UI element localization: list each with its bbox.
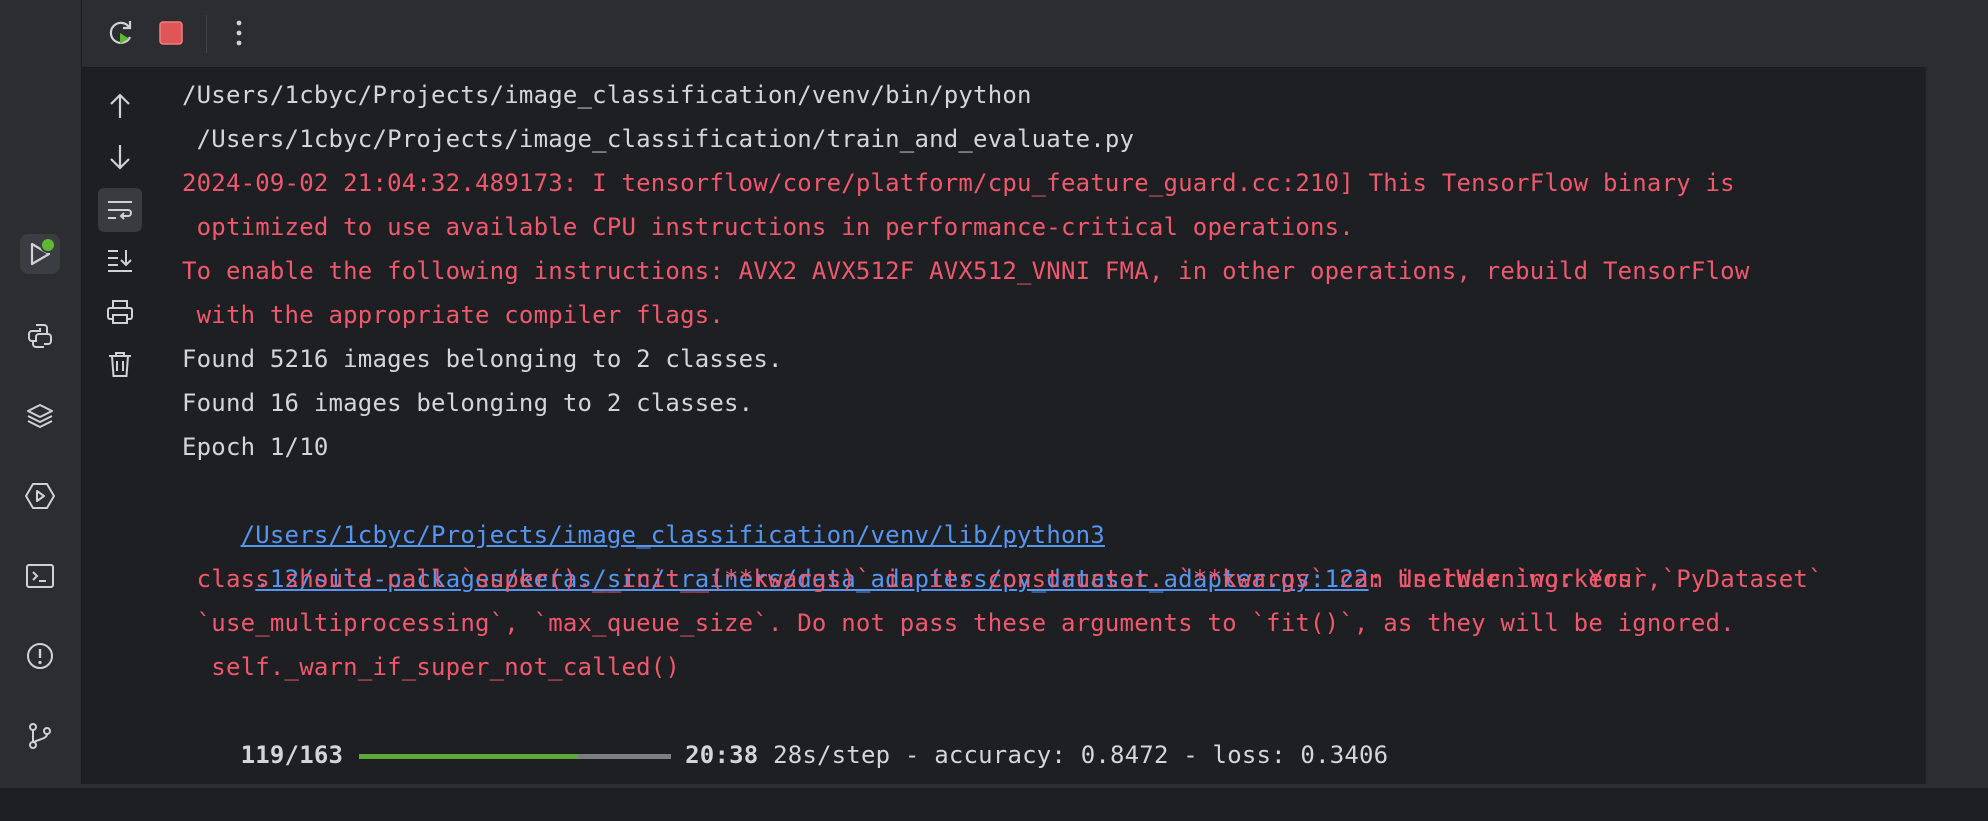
console-line-script: /Users/1cbyc/Projects/image_classificati… xyxy=(182,125,1135,153)
console-line-warning: `use_multiprocessing`, `max_queue_size`.… xyxy=(182,609,1735,637)
scroll-up-icon[interactable] xyxy=(98,84,142,128)
scroll-down-icon[interactable] xyxy=(98,135,142,179)
python-console-icon[interactable] xyxy=(20,316,60,356)
scroll-to-end-icon[interactable] xyxy=(98,238,142,282)
console-line-warning: self._warn_if_super_not_called() xyxy=(182,653,681,681)
console-line-interpreter: /Users/1cbyc/Projects/image_classificati… xyxy=(182,81,1032,109)
soft-wrap-icon[interactable] xyxy=(98,188,142,232)
git-icon[interactable] xyxy=(20,716,60,756)
run-icon[interactable] xyxy=(20,234,60,274)
console-line-info: Found 5216 images belonging to 2 classes… xyxy=(182,345,783,373)
tool-window-bar xyxy=(0,0,82,788)
console-line-epoch: Epoch 1/10 xyxy=(182,433,329,461)
training-progress-line: 119/163 20:38 28s/step - accuracy: 0.8472… xyxy=(182,689,1389,769)
toolbar-separator xyxy=(206,15,207,53)
stop-icon[interactable] xyxy=(154,16,188,50)
progress-metrics: 28s/step - accuracy: 0.8472 - loss: 0.34… xyxy=(773,741,1389,769)
python-packages-icon[interactable] xyxy=(20,396,60,436)
progress-bar xyxy=(359,753,672,759)
progress-bar-fill xyxy=(359,753,578,759)
more-vertical-icon[interactable] xyxy=(222,16,256,50)
rerun-icon[interactable] xyxy=(104,16,138,50)
progress-count: 119/163 xyxy=(240,741,344,769)
terminal-icon[interactable] xyxy=(20,556,60,596)
clear-all-icon[interactable] xyxy=(98,342,142,386)
console-side-toolbar xyxy=(82,68,159,788)
right-gutter xyxy=(1926,0,1988,788)
console-line-warning: optimized to use available CPU instructi… xyxy=(182,213,1354,241)
console-line-warning: 2024-09-02 21:04:32.489173: I tensorflow… xyxy=(182,169,1735,197)
progress-eta: 20:38 xyxy=(685,741,759,769)
console-line-info: Found 16 images belonging to 2 classes. xyxy=(182,389,754,417)
console-line-warning: with the appropriate compiler flags. xyxy=(182,301,725,329)
problems-icon[interactable] xyxy=(20,636,60,676)
status-edge xyxy=(0,784,1988,788)
console-line-warning: To enable the following instructions: AV… xyxy=(182,257,1750,285)
running-indicator xyxy=(40,237,56,253)
console-line-warning: class should call `super().__init__(**kw… xyxy=(182,565,1662,593)
run-toolbar xyxy=(82,0,1926,68)
console-output[interactable]: /Users/1cbyc/Projects/image_classificati… xyxy=(158,68,1926,788)
services-icon[interactable] xyxy=(20,476,60,516)
print-icon[interactable] xyxy=(98,290,142,334)
